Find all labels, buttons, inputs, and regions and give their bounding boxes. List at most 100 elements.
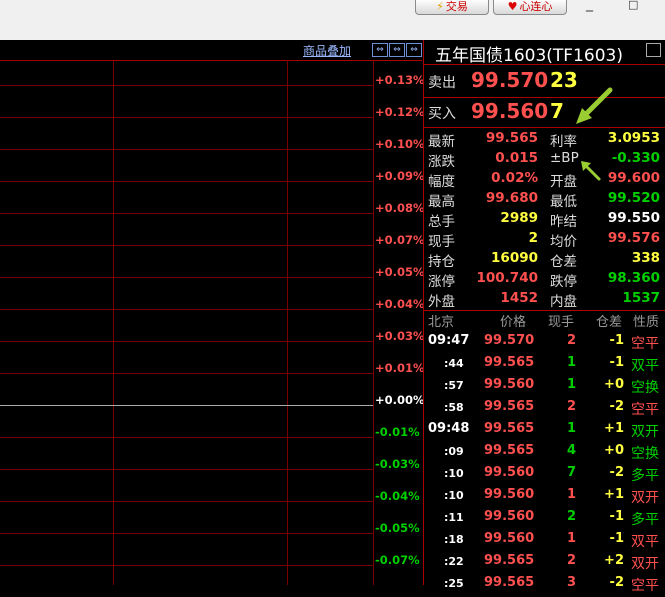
price-axis-label: +0.05% — [375, 265, 425, 279]
intraday-chart[interactable]: 商品叠加 ⇔ ⇔ ⇔ +0.13% +0.12% +0.10% +0.09% +0.08… — [0, 40, 425, 585]
trade-label: 交易 — [445, 0, 468, 13]
quote-row: 外盘 1452 内盘 1537 — [424, 290, 665, 310]
tick-volume: 2 — [566, 333, 576, 348]
maximize-button[interactable]: □ — [628, 0, 638, 11]
quote-value: 100.740 — [476, 270, 539, 286]
zoom-button-1[interactable]: ⇔ — [372, 43, 388, 57]
tick-time: :10 — [444, 489, 464, 502]
quote-key: 利率 — [550, 134, 577, 150]
quote-panel: 五年国债1603(TF1603) 卖出 99.570 23 买入 99.560 … — [423, 40, 665, 594]
price-axis-label: +0.10% — [375, 137, 425, 151]
tick-nature: 空平 — [631, 336, 659, 352]
quote-key: 最高 — [428, 194, 455, 210]
sell-price[interactable]: 99.570 — [471, 68, 548, 92]
tick-row[interactable]: :58 99.565 2 -2 空平 — [424, 399, 665, 421]
tick-time: 09:48 — [428, 421, 470, 436]
price-axis-label: -0.04% — [375, 489, 420, 503]
grid-hline — [0, 277, 373, 278]
quote-value: 2989 — [500, 210, 538, 226]
tick-row[interactable]: :22 99.565 2 +2 双开 — [424, 553, 665, 575]
quote-value: 99.680 — [485, 190, 538, 206]
tick-nature: 空平 — [631, 402, 659, 418]
quote-value: 2 — [528, 230, 538, 246]
tick-row[interactable]: :57 99.560 1 +0 空换 — [424, 377, 665, 399]
tick-price: 99.565 — [484, 399, 535, 414]
quote-key: 涨跌 — [428, 154, 455, 170]
tick-row[interactable]: 09:48 99.565 1 +1 双开 — [424, 421, 665, 443]
tick-nature: 双平 — [631, 534, 659, 550]
quote-value: 98.360 — [607, 270, 660, 286]
lightning-icon: ⚡ — [436, 0, 444, 13]
contract-title: 五年国债1603(TF1603) — [435, 46, 623, 66]
xinlian-button[interactable]: ♥ 心连心 — [493, 0, 567, 15]
quote-row: 现手 2 均价 99.576 — [424, 230, 665, 250]
grid-hline — [0, 245, 373, 246]
quote-row: 总手 2989 昨结 99.550 — [424, 210, 665, 230]
tick-time: :09 — [444, 445, 464, 458]
tick-oi-change: +0 — [604, 377, 624, 392]
price-axis-label: +0.09% — [375, 169, 425, 183]
tick-price: 99.560 — [484, 487, 535, 502]
grid-hline — [0, 533, 373, 534]
price-axis-label: +0.07% — [375, 233, 425, 247]
annotation-arrow-icon — [581, 161, 601, 181]
tick-time: :10 — [444, 467, 464, 480]
grid-hline — [0, 117, 373, 118]
quote-row: 持仓 16090 仓差 338 — [424, 250, 665, 270]
tick-row[interactable]: :25 99.565 3 -2 空平 — [424, 575, 665, 597]
tick-row[interactable]: :10 99.560 1 +1 双开 — [424, 487, 665, 509]
price-axis-label: +0.13% — [375, 73, 425, 87]
zoom-button-2[interactable]: ⇔ — [389, 43, 405, 57]
tick-row[interactable]: :44 99.565 1 -1 双平 — [424, 355, 665, 377]
tick-time: :11 — [444, 511, 464, 524]
grid-hline — [0, 469, 373, 470]
tick-time: :25 — [444, 577, 464, 590]
quote-key: 总手 — [428, 214, 455, 230]
divider — [424, 64, 665, 65]
tick-volume: 4 — [566, 443, 576, 458]
zoom-button-3[interactable]: ⇔ — [406, 43, 422, 57]
tick-time: 09:47 — [428, 333, 470, 348]
minimize-button[interactable]: _ — [586, 0, 593, 12]
tick-row[interactable]: :11 99.560 2 -1 多平 — [424, 509, 665, 531]
price-axis-label: -0.01% — [375, 425, 420, 439]
panel-restore-button[interactable] — [646, 43, 661, 57]
tick-nature: 空换 — [631, 446, 659, 462]
tick-oi-change: -1 — [609, 333, 624, 348]
tick-row[interactable]: :10 99.560 7 -2 多平 — [424, 465, 665, 487]
quote-key: 均价 — [550, 234, 577, 250]
grid-vline — [287, 60, 288, 585]
price-axis-label: -0.05% — [375, 521, 420, 535]
tick-nature: 双开 — [631, 424, 659, 440]
tick-time: :22 — [444, 555, 464, 568]
buy-price[interactable]: 99.560 — [471, 99, 548, 123]
tick-row[interactable]: 09:47 99.570 2 -1 空平 — [424, 333, 665, 355]
tick-nature: 双开 — [631, 490, 659, 506]
quote-row: 最高 99.680 最低 99.520 — [424, 190, 665, 210]
buy-volume: 7 — [550, 99, 564, 123]
price-axis-label: +0.04% — [375, 297, 425, 311]
tick-volume: 7 — [566, 465, 576, 480]
quote-value: 99.565 — [485, 130, 538, 146]
top-toolbar: ⚡ 交易 ♥ 心连心 _ □ — [0, 0, 665, 40]
grid-hline — [0, 373, 373, 374]
price-axis-label: -0.07% — [375, 553, 420, 567]
quote-key: 开盘 — [550, 174, 577, 190]
quote-key: 幅度 — [428, 174, 455, 190]
tick-volume: 2 — [566, 509, 576, 524]
tick-price: 99.560 — [484, 509, 535, 524]
grid-hline — [0, 341, 373, 342]
tick-time: :44 — [444, 357, 464, 370]
trade-button[interactable]: ⚡ 交易 — [415, 0, 489, 15]
ticks-header: 北京 价格 现手 仓差 性质 — [424, 311, 665, 331]
tick-row[interactable]: :09 99.565 4 +0 空换 — [424, 443, 665, 465]
quote-key: ±BP — [550, 150, 579, 166]
tick-row[interactable]: :18 99.560 1 -1 双平 — [424, 531, 665, 553]
overlay-link[interactable]: 商品叠加 — [303, 42, 351, 59]
quote-value: 3.0953 — [607, 130, 660, 146]
tick-volume: 2 — [566, 553, 576, 568]
tick-time: :57 — [444, 379, 464, 392]
tick-oi-change: -2 — [609, 399, 624, 414]
tick-price: 99.560 — [484, 465, 535, 480]
tick-oi-change: -2 — [609, 575, 624, 590]
